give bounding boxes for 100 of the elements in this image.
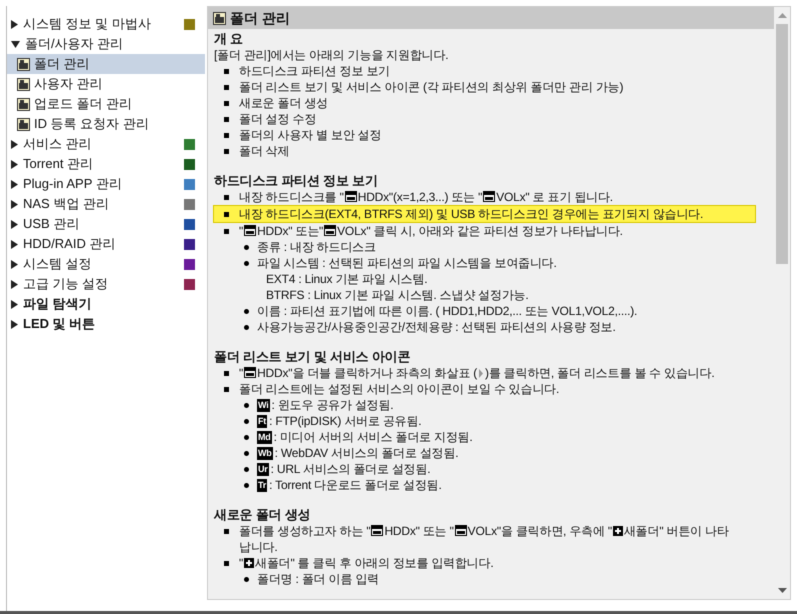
sidebar-item-label[interactable]: Torrent 관리 [23, 156, 94, 172]
panel-title: 폴더 관리 [230, 8, 290, 28]
bullet-icon [224, 101, 229, 106]
sidebar-item-label[interactable]: NAS 백업 관리 [23, 196, 109, 212]
scrollbar-thumb[interactable] [776, 24, 788, 264]
body-text: HDDx"(x=1,2,3...) 또는 " [358, 190, 482, 204]
sidebar-item-label[interactable]: 고급 기능 설정 [23, 276, 108, 292]
expand-arrow-icon[interactable] [11, 240, 18, 248]
expand-arrow-icon[interactable] [11, 320, 18, 328]
sidebar-subitem-label[interactable]: 폴더 관리 [34, 54, 90, 74]
document-icon [17, 118, 30, 130]
sidebar-subitem[interactable]: 사용자 관리 [7, 74, 205, 94]
sidebar-item-label[interactable]: LED 및 버튼 [23, 316, 96, 332]
bullet-icon [244, 451, 249, 456]
sidebar-subitem[interactable]: ID 등록 요청자 관리 [7, 114, 205, 134]
body-text: HDDx" 또는 " [384, 524, 454, 538]
note-text: BTRFS : Linux 기본 파일 시스템. 스냅샷 설정가능. [265, 287, 530, 303]
service-badge: Ft [257, 415, 268, 428]
document-icon [213, 12, 226, 24]
sidebar-item[interactable]: Torrent 관리 [7, 154, 205, 174]
sidebar-item-label[interactable]: 서비스 관리 [23, 136, 92, 152]
bullet-icon [244, 403, 249, 408]
body-text: VOLx"을 클릭하면, 우측에 " [468, 524, 612, 538]
section-heading: 폴더 리스트 보기 및 서비스 아이콘 [214, 349, 412, 365]
body-text: 폴더 리스트에는 설정된 서비스의 아이콘이 보일 수 있습니다. [239, 382, 560, 396]
sidebar-subitem-label[interactable]: 업로드 폴더 관리 [34, 94, 132, 114]
sidebar-item[interactable]: 고급 기능 설정 [7, 274, 205, 294]
bullet-icon [224, 117, 229, 122]
body-text: : 윈도우 공유가 설정됨. [272, 398, 394, 412]
bullet-icon [224, 149, 229, 154]
bullet-icon [224, 529, 229, 534]
expand-arrow-icon[interactable] [11, 200, 18, 208]
body-text: )를 클릭하면, 폴더 리스트를 볼 수 있습니다. [485, 366, 714, 380]
sidebar-item[interactable]: 시스템 설정 [7, 254, 205, 274]
sidebar-subitem-label[interactable]: ID 등록 요청자 관리 [34, 114, 149, 134]
bullet-icon [244, 419, 249, 424]
sidebar-item[interactable]: 서비스 관리 [7, 134, 205, 154]
sidebar-item-label[interactable]: 시스템 설정 [23, 256, 92, 272]
body-text: : Torrent 다운로드 폴더로 설정됨. [269, 478, 442, 492]
body-text: : FTP(ipDISK) 서버로 공유됨. [269, 414, 422, 428]
sidebar-item[interactable]: USB 관리 [7, 214, 205, 234]
body-text: 파일 시스템 : 선택된 파티션의 파일 시스템을 보여줍니다. [257, 256, 557, 270]
sidebar-item[interactable]: 시스템 정보 및 마법사 [7, 14, 205, 34]
expand-arrow-icon[interactable] [11, 20, 18, 28]
body-text: : 미디어 서버의 서비스 폴더로 지정됨. [274, 430, 473, 444]
sidebar-item-label[interactable]: USB 관리 [23, 216, 80, 232]
sidebar-item[interactable]: HDD/RAID 관리 [7, 234, 205, 254]
body-text: VOLx" 로 표기 됩니다. [496, 190, 613, 204]
expand-arrow-icon[interactable] [11, 220, 18, 228]
body-text: HDDx"을 더블 클릭하거나 좌측의 화살표 ( [257, 366, 477, 380]
body-text: 폴더명 : 폴더 이름 입력 [257, 572, 379, 586]
sidebar-subitem[interactable]: 업로드 폴더 관리 [7, 94, 205, 114]
body-text: " [239, 556, 244, 570]
service-badge: Wi [257, 399, 270, 412]
service-badge: Ur [257, 463, 269, 476]
body-text: 종류 : 내장 하드디스크 [257, 240, 376, 254]
bullet-icon [224, 133, 229, 138]
bullet-icon [244, 309, 249, 314]
expand-arrow-icon[interactable] [11, 280, 18, 288]
sidebar-item-label[interactable]: 파일 탐색기 [23, 296, 92, 312]
body-text: 폴더 리스트 보기 및 서비스 아이콘 (각 파티션의 최상위 폴더만 관리 가능) [239, 80, 624, 94]
sidebar-item[interactable]: NAS 백업 관리 [7, 194, 205, 214]
bullet-icon [224, 212, 229, 217]
sidebar-item[interactable]: 폴더/사용자 관리 [7, 34, 205, 54]
bullet-icon [224, 195, 229, 200]
sidebar-item[interactable]: LED 및 버튼 [7, 314, 205, 334]
sidebar-item-label[interactable]: 시스템 정보 및 마법사 [23, 16, 151, 32]
sidebar-subitem[interactable]: 폴더 관리 [7, 54, 205, 74]
bullet-icon [244, 467, 249, 472]
bullet-icon [224, 69, 229, 74]
document-icon [17, 78, 30, 90]
bullet-icon [244, 577, 249, 582]
sidebar-subitem-label[interactable]: 사용자 관리 [34, 74, 103, 94]
scroll-down-icon[interactable] [778, 588, 786, 593]
plus-icon [244, 558, 254, 568]
expand-arrow-icon[interactable] [11, 260, 18, 268]
bullet-icon [244, 261, 249, 266]
sidebar-item[interactable]: 파일 탐색기 [7, 294, 205, 314]
service-badge: Tr [257, 479, 268, 492]
section-heading: 개 요 [214, 31, 244, 47]
section-heading: 하드디스크 파티션 정보 보기 [214, 173, 379, 189]
bullet-icon [244, 325, 249, 330]
expand-arrow-icon[interactable] [11, 180, 18, 188]
sidebar-item-label[interactable]: HDD/RAID 관리 [23, 236, 116, 252]
arrow-icon [478, 369, 484, 378]
bullet-icon [224, 371, 229, 376]
body-text: 새로운 폴더 생성 [239, 96, 328, 110]
collapse-arrow-icon[interactable] [11, 40, 20, 48]
sidebar-item-label[interactable]: Plug-in APP 관리 [23, 176, 122, 192]
bullet-icon [244, 483, 249, 488]
body-text: 내장 하드디스크를 " [239, 190, 344, 204]
sidebar-item-label[interactable]: 폴더/사용자 관리 [25, 36, 124, 52]
expand-arrow-icon[interactable] [11, 160, 18, 168]
sidebar-item[interactable]: Plug-in APP 관리 [7, 174, 205, 194]
expand-arrow-icon[interactable] [11, 300, 18, 308]
body-text: 새폴더" 를 클릭 후 아래의 정보를 입력합니다. [255, 556, 494, 570]
intro-text: [폴더 관리]에서는 아래의 기능을 지원합니다. [214, 47, 450, 63]
bullet-icon [224, 561, 229, 566]
expand-arrow-icon[interactable] [11, 140, 18, 148]
body-text: VOLx" 클릭 시, 아래와 같은 파티션 정보가 나타납니다. [337, 224, 623, 238]
